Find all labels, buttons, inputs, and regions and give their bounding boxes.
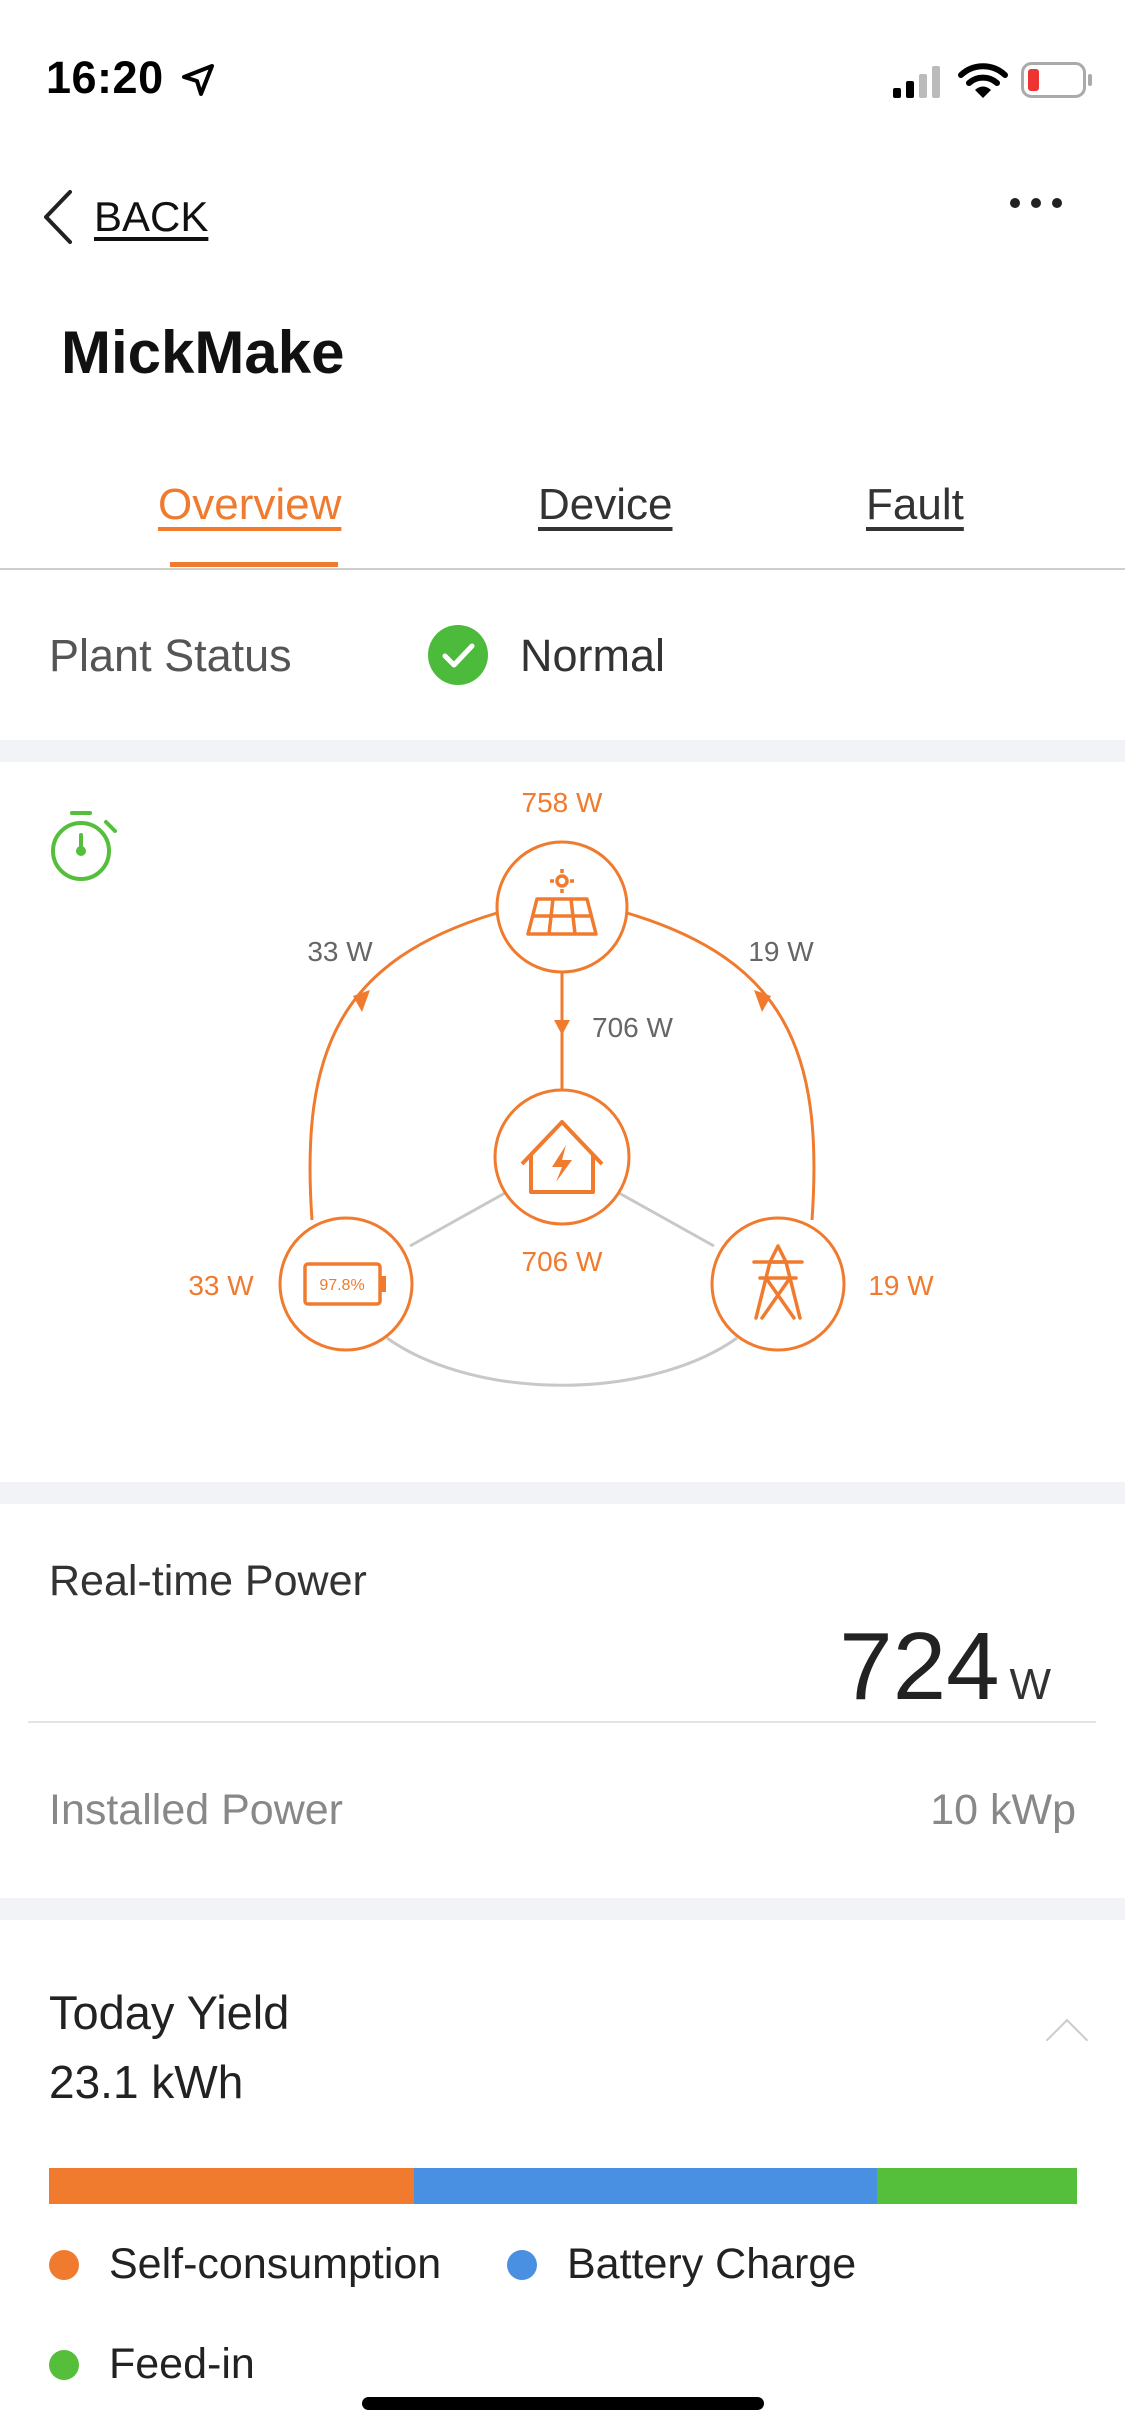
solar-to-home-label: 706 W bbox=[592, 1012, 673, 1043]
grid-power-label: 19 W bbox=[868, 1270, 934, 1301]
yield-segment-battery-charge bbox=[413, 2168, 877, 2204]
status-time: 16:20 bbox=[46, 52, 164, 103]
home-battery-line bbox=[409, 1191, 506, 1248]
today-yield-value: 23.1 kWh bbox=[49, 2056, 244, 2108]
more-horizontal-icon[interactable] bbox=[1010, 198, 1062, 208]
tab-active-indicator bbox=[170, 562, 338, 567]
installed-power-value: 10 kWp bbox=[930, 1786, 1076, 1834]
yield-segment-feed-in bbox=[876, 2168, 1077, 2204]
installed-power-label: Installed Power bbox=[49, 1786, 343, 1834]
chevron-up-icon[interactable] bbox=[1045, 2018, 1089, 2062]
home-consumption-label: 706 W bbox=[522, 1246, 603, 1277]
check-circle-icon bbox=[428, 625, 488, 685]
legend-dot bbox=[507, 2249, 537, 2280]
legend-battery-charge: Battery Charge bbox=[507, 2240, 856, 2289]
realtime-power-label: Real-time Power bbox=[49, 1557, 367, 1605]
realtime-power-unit: W bbox=[1009, 1660, 1051, 1709]
solar-power-label: 758 W bbox=[522, 787, 603, 818]
energy-flow-diagram: 97.8% 758 W 33 W 19 W 706 W 706 W 33 W 1… bbox=[51, 787, 934, 1387]
legend-feed-in: Feed-in bbox=[49, 2340, 255, 2389]
battery-grid-arc bbox=[386, 1336, 738, 1387]
realtime-power-value: 724 W bbox=[839, 1612, 1051, 1722]
wifi-icon bbox=[958, 63, 1008, 98]
arrow-to-home bbox=[554, 1020, 570, 1035]
location-arrow-icon bbox=[182, 64, 214, 96]
solar-node bbox=[495, 840, 629, 974]
cellular-signal-icon bbox=[893, 66, 940, 98]
yield-segment-self-consumption bbox=[49, 2168, 414, 2204]
yield-breakdown-bar bbox=[49, 2168, 1077, 2204]
section-divider bbox=[0, 1898, 1125, 1920]
tab-device[interactable]: Device bbox=[538, 480, 673, 530]
section-divider bbox=[0, 740, 1125, 762]
legend-dot bbox=[49, 2349, 79, 2380]
plant-status-label: Plant Status bbox=[49, 630, 292, 681]
tab-fault[interactable]: Fault bbox=[866, 480, 964, 530]
legend-label: Battery Charge bbox=[567, 2240, 857, 2288]
plant-status-value: Normal bbox=[520, 630, 666, 681]
solar-to-grid-label: 19 W bbox=[748, 936, 814, 967]
section-divider bbox=[0, 1482, 1125, 1504]
divider bbox=[28, 1721, 1096, 1723]
home-indicator bbox=[362, 2397, 764, 2410]
battery-percent: 97.8% bbox=[319, 1277, 364, 1294]
chevron-left-icon[interactable] bbox=[40, 188, 76, 246]
legend-label: Self-consumption bbox=[109, 2240, 442, 2288]
tab-divider bbox=[0, 568, 1125, 570]
solar-to-battery-label: 33 W bbox=[307, 936, 373, 967]
realtime-power-number: 724 bbox=[839, 1613, 1000, 1720]
grid-node bbox=[710, 1216, 846, 1352]
timer-icon bbox=[51, 811, 117, 881]
battery-low-icon bbox=[1021, 62, 1092, 98]
home-grid-line bbox=[618, 1191, 715, 1248]
legend-label: Feed-in bbox=[109, 2340, 255, 2388]
tab-overview[interactable]: Overview bbox=[158, 480, 341, 530]
battery-power-label: 33 W bbox=[188, 1270, 254, 1301]
back-button[interactable]: BACK bbox=[94, 193, 208, 241]
legend-self-consumption: Self-consumption bbox=[49, 2240, 441, 2289]
today-yield-label: Today Yield bbox=[49, 1986, 290, 2039]
page-title: MickMake bbox=[61, 319, 345, 386]
legend-dot bbox=[49, 2249, 79, 2280]
